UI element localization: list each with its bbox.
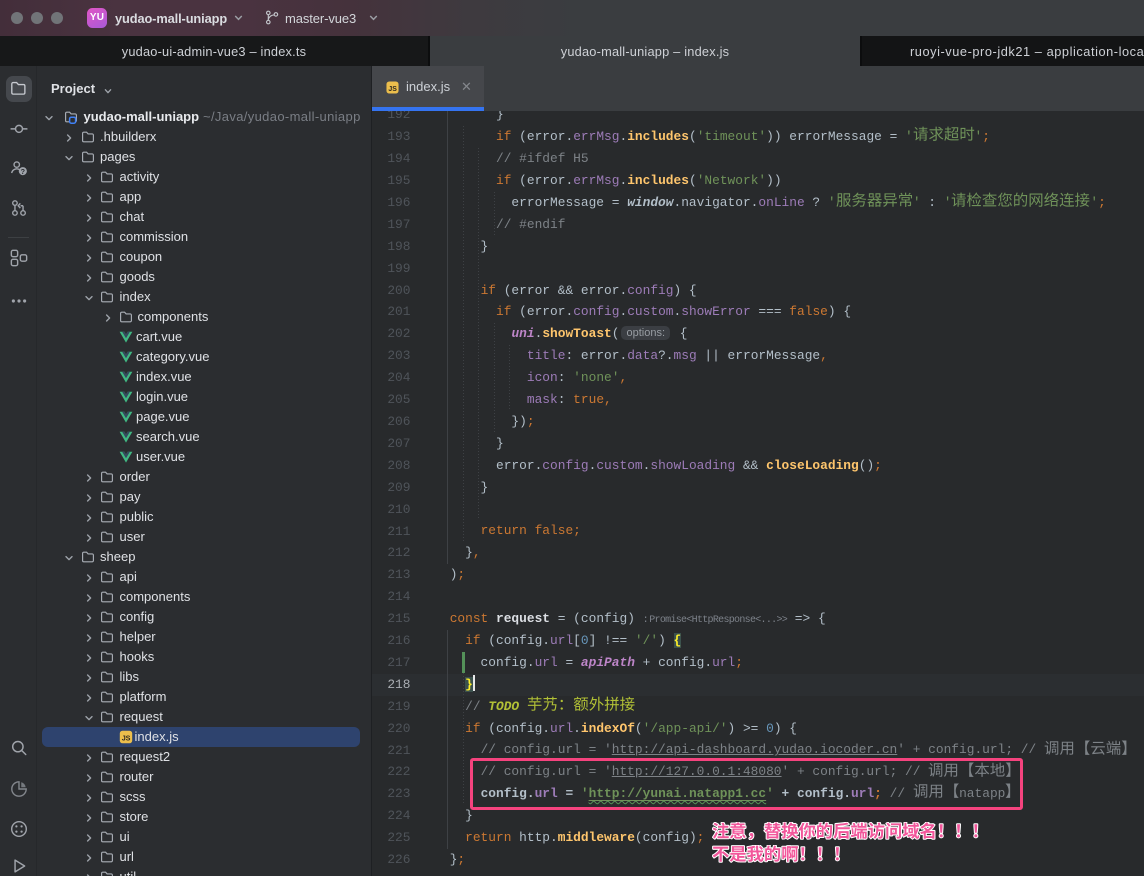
svg-text:?: ? [20,167,24,176]
svg-text:JS: JS [388,85,397,92]
svg-text:JS: JS [121,734,130,743]
